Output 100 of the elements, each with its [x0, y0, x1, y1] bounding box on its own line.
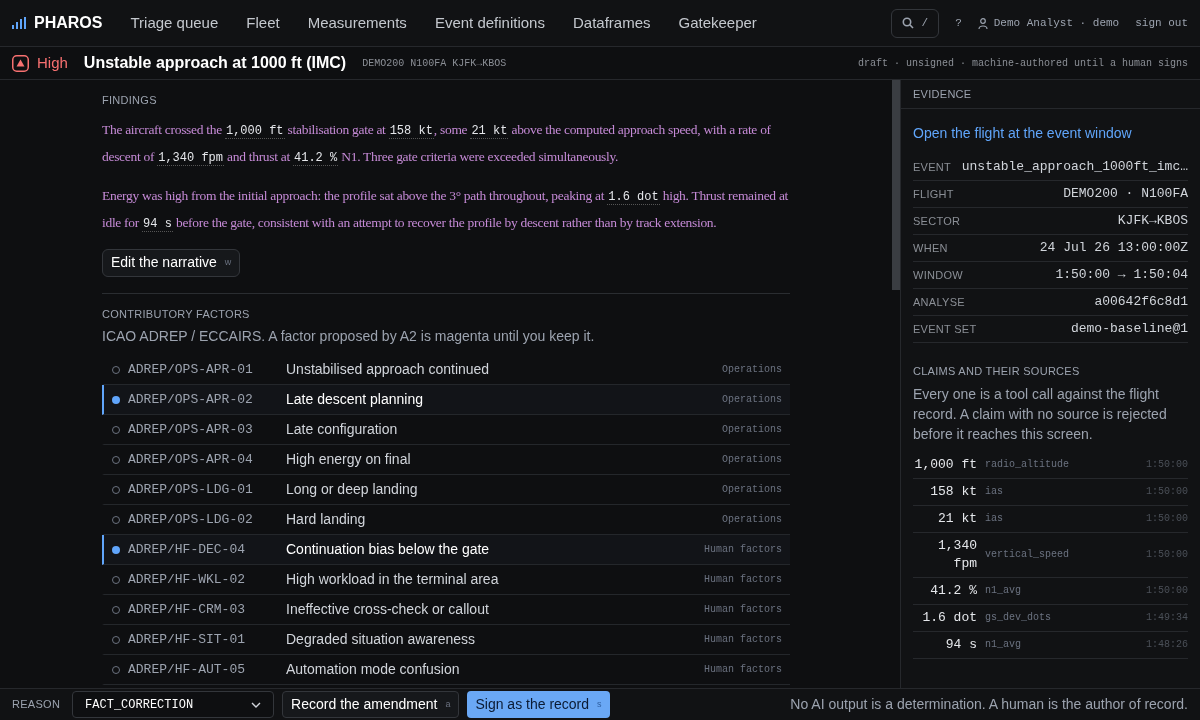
factor-category: Human factors [704, 633, 782, 647]
field-label: EVENT [913, 159, 952, 175]
factor-row[interactable]: ADREP/HF-CRM-03 Ineffective cross-check or callout Human factors [102, 595, 790, 625]
help-link[interactable]: ? [955, 14, 962, 32]
nav-link[interactable]: Fleet [246, 11, 280, 35]
factor-category: Operations [722, 393, 782, 407]
factor-code: ADREP/OPS-APR-04 [128, 450, 254, 469]
factor-row[interactable]: ADREP/OPS-APR-02 Late descent planning Operations [102, 385, 790, 415]
claim-value: 158 kt [929, 482, 977, 501]
claim-source: gs_dev_dots [985, 611, 1051, 625]
section-note: ICAO ADREP / ECCAIRS. A factor proposed by A2 is magenta until you keep it. [102, 327, 596, 346]
factor-row[interactable]: ADREP/HF-SIT-01 Degraded situation awareness Human factors [102, 625, 790, 655]
factor-label: Hard landing [286, 510, 366, 529]
field-value: 24 Jul 26 13:00:00Z [1039, 239, 1188, 258]
signal-bars-icon [12, 17, 26, 29]
factor-label: Ineffective cross-check or callout [286, 600, 489, 619]
section-heading: FINDINGS [102, 93, 158, 108]
findings-paragraph: The aircraft crossed the 1,000 ft stabilisation gate at 158 kt, some 21 kt above the computed approach speed, with a rate of descent of 1,340 fpm and thrust at 41.2 % N1. Three gate criteria were exceeded simultaneously. [102, 120, 772, 168]
claim-time: 1:49:34 [1146, 611, 1188, 625]
factor-code: ADREP/HF-SIT-01 [128, 630, 247, 649]
factor-row[interactable]: ADREP/OPS-APR-04 High energy on final Operations [102, 445, 790, 475]
field-value: KJFK→KBOS [1117, 212, 1188, 231]
factor-label: Long or deep landing [286, 480, 418, 499]
factor-code: ADREP/OPS-APR-01 [128, 360, 254, 379]
field-label: ANALYSE [913, 294, 965, 310]
factor-label: Continuation bias below the gate [286, 540, 490, 559]
factor-label: Late descent planning [286, 390, 423, 409]
claim-time: 1:50:00 [1146, 485, 1188, 499]
factor-code: ADREP/OPS-LDG-01 [128, 480, 254, 499]
field-value: a00642f6c8d1 [1094, 293, 1188, 312]
flight-ids: DEMO200 N100FA KJFK→KBOS [362, 56, 507, 71]
brand-name: PHAROS [34, 13, 103, 33]
sign-out-link[interactable]: sign out [1135, 14, 1188, 32]
factor-label: Unstabilised approach continued [286, 360, 490, 379]
search-icon [901, 17, 914, 29]
factor-code: ADREP/OPS-APR-02 [128, 390, 254, 409]
record-status: draft · unsigned · machine-authored until a human signs [857, 56, 1188, 71]
field-value: 1:50:00 → 1:50:04 [1055, 266, 1188, 285]
field-label: WINDOW [913, 267, 963, 283]
section-heading: CLAIMS AND THEIR SOURCES [913, 364, 1081, 379]
claim-source: radio_altitude [985, 458, 1069, 472]
factor-label: Degraded situation awareness [286, 630, 476, 649]
factor-row[interactable]: ADREP/HF-WKL-02 High workload in the terminal area Human factors [102, 565, 790, 595]
claim-time: 1:50:00 [1146, 584, 1188, 598]
factor-code: ADREP/HF-CRM-03 [128, 600, 247, 619]
claim-time: 1:50:00 [1146, 512, 1188, 526]
factor-label: Automation mode confusion [286, 660, 460, 679]
factor-category: Human factors [704, 543, 782, 557]
factor-category: Human factors [704, 663, 782, 677]
event-title: Unstable approach at 1000 ft (IMC) [83, 53, 347, 73]
field-label: FLIGHT [913, 186, 954, 202]
claim-time: 1:48:26 [1146, 638, 1188, 652]
factor-label: High workload in the terminal area [286, 570, 499, 589]
factor-category: Operations [722, 423, 782, 437]
factor-row[interactable]: ADREP/HF-AUT-05 Automation mode confusion Human factors [102, 655, 790, 685]
section-heading: CONTRIBUTORY FACTORS [102, 306, 251, 322]
open-flight-link[interactable]: Open the flight at the event window [913, 123, 1188, 144]
scrollbar-thumb[interactable] [892, 80, 900, 290]
factor-category: Operations [722, 483, 782, 497]
claim-value: 1,340 fpm [937, 536, 977, 573]
claim-value: 1,000 ft [913, 455, 977, 474]
section-note: Every one is a tool call against the flight record. A claim with no source is rejected before it reaches this screen. [913, 384, 1168, 444]
factor-code: ADREP/HF-AUT-05 [128, 660, 247, 679]
factor-label: Late configuration [286, 420, 398, 439]
user-icon [977, 17, 988, 29]
claim-source: n1_avg [985, 638, 1021, 652]
nav-link[interactable]: Event definitions [434, 11, 545, 35]
record-amendment-button[interactable]: Record the amendment a [282, 691, 460, 718]
claim-value: 41.2 % [929, 581, 977, 600]
field-value: demo-baseline@1 [1070, 320, 1188, 339]
factor-row[interactable]: ADREP/OPS-APR-03 Late configuration Operations [102, 415, 790, 445]
sign-record-button[interactable]: Sign as the record s [467, 691, 610, 718]
findings-paragraph: Energy was high from the initial approach: the profile sat above the 3° path throughout, peaking at 1.6 dot high. Thrust remained at idle for 94 s before the gate, consistent with an attempt to recover the profile by descent rather than by track extension. [102, 186, 790, 234]
field-label: EVENT SET [913, 321, 977, 337]
chevron-down-icon [251, 701, 262, 708]
factor-code: ADREP/HF-DEC-04 [128, 540, 247, 559]
claim-time: 1:50:00 [1146, 458, 1188, 472]
reason-dropdown[interactable]: FACT_CORRECTION [72, 691, 275, 718]
factor-category: Human factors [704, 573, 782, 587]
reason-label: REASON [12, 697, 61, 713]
nav-link[interactable]: Gatekeeper [678, 11, 757, 35]
edit-narrative-button[interactable]: Edit the narrative w [102, 248, 241, 277]
factor-category: Operations [722, 513, 782, 527]
factor-category: Human factors [704, 603, 782, 617]
factor-row[interactable]: ADREP/OPS-LDG-01 Long or deep landing Operations [102, 475, 790, 505]
claim-time: 1:50:00 [1146, 548, 1188, 562]
factor-code: ADREP/HF-WKL-02 [128, 570, 247, 589]
claim-source: ias [985, 512, 1003, 526]
claim-source: vertical_speed [985, 548, 1069, 562]
severity-label: High [37, 52, 68, 73]
nav-link[interactable]: Triage queue [130, 11, 219, 35]
claim-source: n1_avg [985, 584, 1021, 598]
claim-value: 1.6 dot [921, 608, 977, 627]
user-name: Demo Analyst · demo [993, 15, 1120, 31]
factor-row[interactable]: ADREP/HF-DEC-04 Continuation bias below the gate Human factors [102, 535, 790, 565]
search-button[interactable]: / [890, 8, 940, 38]
nav-link[interactable]: Dataframes [572, 11, 651, 35]
disclaimer-text: No AI output is a determination. A human is the author of record. [790, 695, 1188, 714]
claim-value: 21 kt [937, 509, 977, 528]
nav-link[interactable]: Measurements [307, 11, 407, 35]
